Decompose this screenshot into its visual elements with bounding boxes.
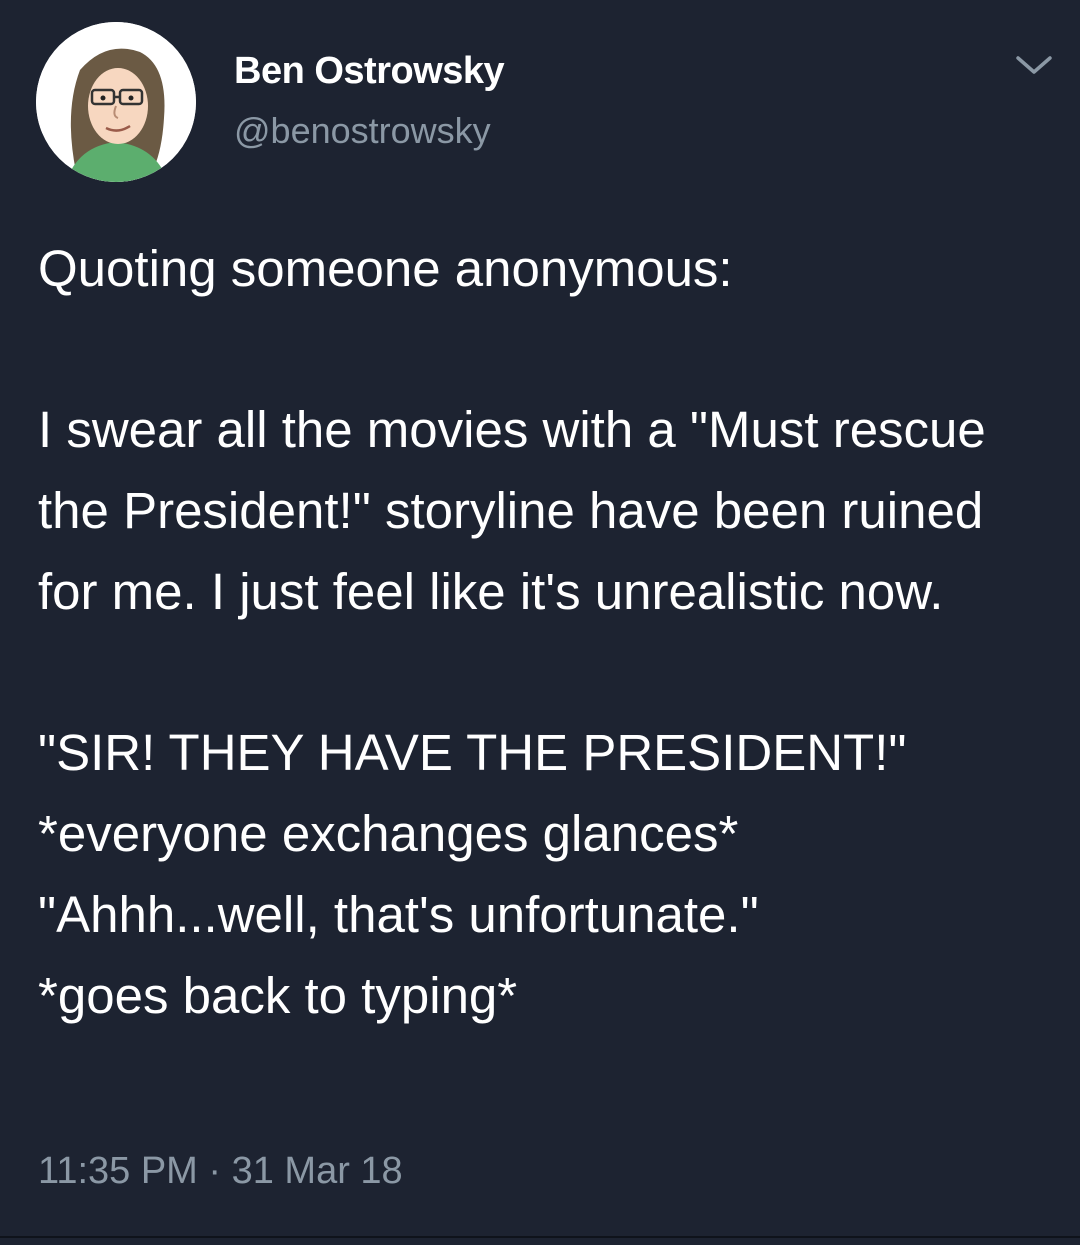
tweet-card: Ben Ostrowsky @benostrowsky Quoting some… [0, 0, 1080, 1245]
tweet-timestamp[interactable]: 11:35 PM · 31 Mar 18 [38, 1150, 403, 1193]
tweet-action-line: *everyone exchanges glances* [38, 805, 739, 862]
user-handle[interactable]: @benostrowsky [234, 110, 491, 152]
cartoon-avatar-image [36, 22, 196, 182]
chevron-down-icon[interactable] [1012, 50, 1056, 80]
tweet-intro-line: Quoting someone anonymous: [38, 240, 733, 297]
tweet-dialogue-line: "Ahhh...well, that's unfortunate." [38, 886, 759, 943]
tweet-quote-paragraph: I swear all the movies with a "Must resc… [38, 401, 986, 620]
tweet-action-line: *goes back to typing* [38, 967, 518, 1024]
divider [0, 1236, 1080, 1238]
user-name[interactable]: Ben Ostrowsky [234, 50, 505, 93]
tweet-dialogue-line: "SIR! THEY HAVE THE PRESIDENT!" [38, 724, 907, 781]
tweet-text: Quoting someone anonymous: I swear all t… [38, 228, 1048, 1036]
avatar[interactable] [36, 22, 196, 182]
